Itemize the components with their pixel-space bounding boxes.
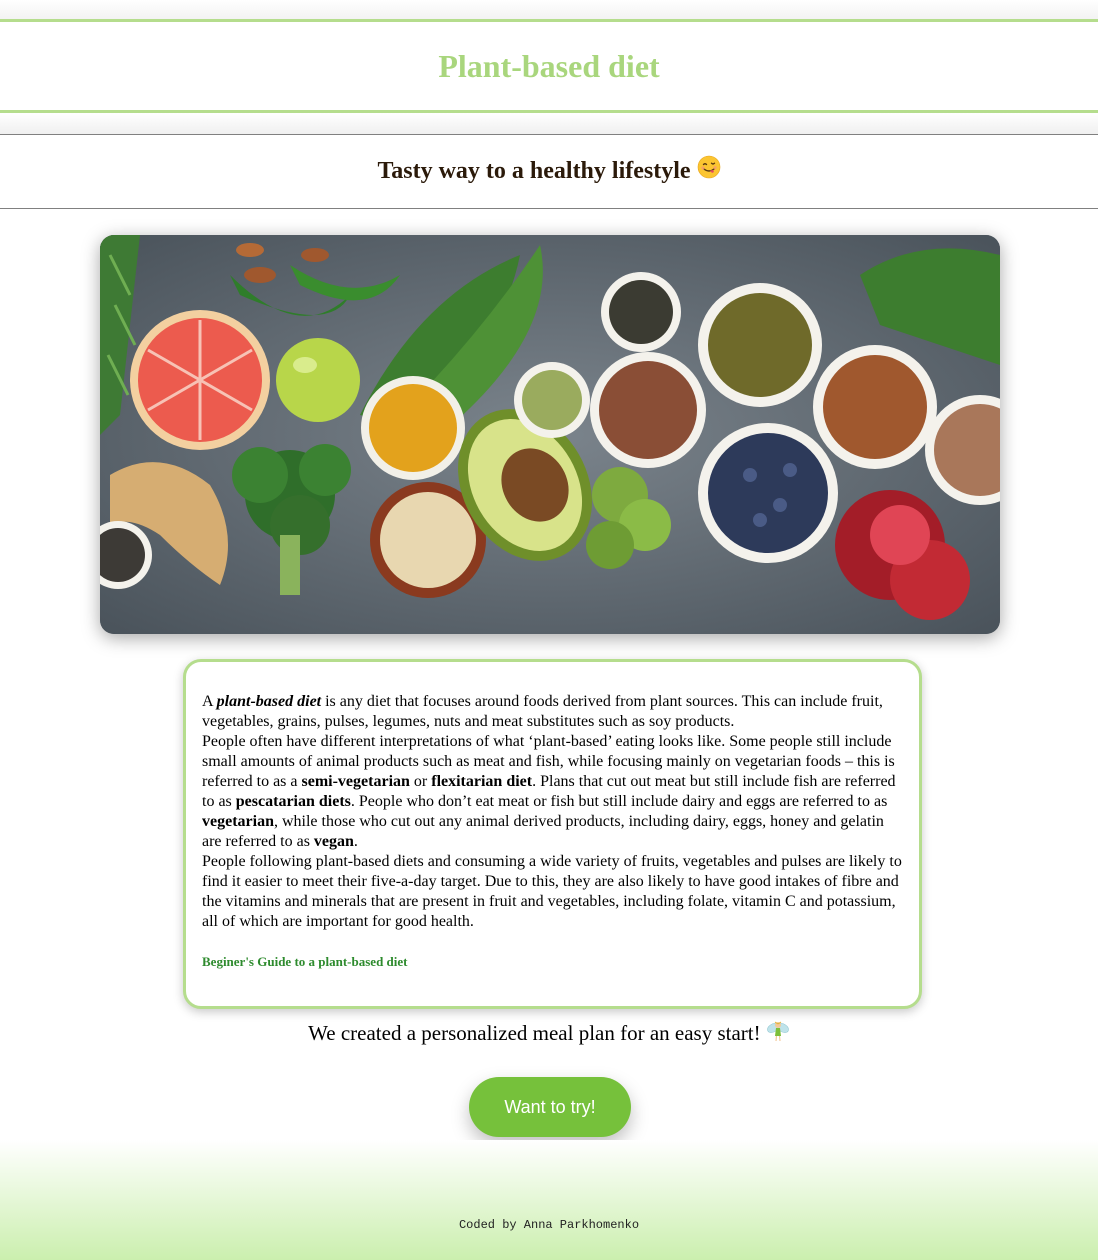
top-fade	[0, 0, 1098, 20]
info-card: A plant-based diet is any diet that focu…	[183, 659, 922, 1009]
cta-message: We created a personalized meal plan for …	[0, 1018, 1098, 1051]
intro-paragraph: A plant-based diet is any diet that focu…	[202, 692, 904, 732]
footer-credit: Coded by Anna Parkhomenko	[458, 1218, 640, 1232]
subheader: Tasty way to a healthy lifestyle	[0, 134, 1098, 209]
hero-image	[100, 235, 1000, 634]
fairy-icon	[766, 1019, 790, 1051]
benefits-paragraph: People following plant-based diets and c…	[202, 853, 902, 930]
interp-text-c: or	[409, 773, 432, 790]
page-title: Plant-based diet	[438, 48, 660, 84]
subheader-title: Tasty way to a healthy lifestyle	[0, 135, 1098, 209]
semi-vegetarian-term: semi-vegetarian	[301, 773, 410, 790]
page-footer: Coded by Anna Parkhomenko	[0, 1140, 1098, 1260]
cta-text: We created a personalized meal plan for …	[308, 1021, 761, 1045]
flexitarian-term: flexitarian diet	[431, 773, 533, 790]
page-header: Plant-based diet	[0, 19, 1098, 113]
interpretations-paragraph: People often have different interpretati…	[202, 732, 904, 852]
interp-text-e: . People who don’t eat meat or fish but …	[350, 793, 888, 810]
pescatarian-term: pescatarian diets	[235, 793, 351, 810]
want-to-try-button[interactable]: Want to try!	[469, 1077, 631, 1137]
intro-text-a: A	[202, 693, 217, 710]
vegetables-photo-icon	[100, 235, 1000, 634]
interp-text-g: .	[353, 833, 358, 850]
vegan-term: vegan	[313, 833, 354, 850]
interp-text-f: , while those who cut out any animal der…	[202, 813, 884, 850]
sub-fade	[0, 113, 1098, 134]
plant-based-term: plant-based diet	[216, 693, 322, 710]
subheader-text: Tasty way to a healthy lifestyle	[377, 158, 691, 184]
vegetarian-term: vegetarian	[202, 813, 274, 830]
smiling-face-tongue-icon	[697, 136, 721, 209]
beginners-guide-link[interactable]: Beginer's Guide to a plant-based diet	[202, 952, 408, 972]
